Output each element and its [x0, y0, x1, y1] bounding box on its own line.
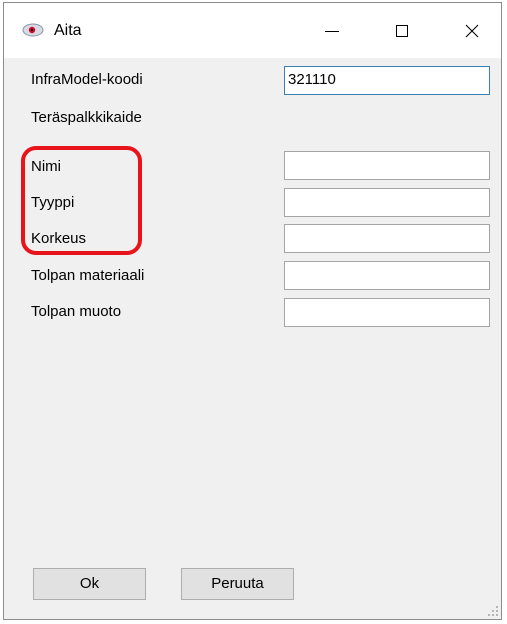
title-bar[interactable]: Aita [4, 3, 501, 58]
dialog-window: Aita InfraModel-koodi 321110 Teräspalkki… [3, 2, 502, 620]
cancel-button[interactable]: Peruuta [181, 568, 294, 600]
close-icon [465, 24, 479, 37]
post-shape-field[interactable] [284, 298, 490, 327]
close-button[interactable] [449, 3, 495, 58]
window-title: Aita [54, 22, 82, 39]
post-material-field[interactable] [284, 261, 490, 290]
infra-code-field[interactable]: 321110 [284, 66, 490, 95]
height-field[interactable] [284, 224, 490, 253]
post-shape-label: Tolpan muoto [31, 303, 122, 320]
minimize-icon [325, 30, 339, 32]
post-material-label: Tolpan materiaali [31, 267, 145, 284]
section-label: Teräspalkkikaide [31, 109, 142, 126]
resize-grip-icon[interactable] [487, 605, 499, 617]
maximize-button[interactable] [379, 3, 425, 58]
ok-button[interactable]: Ok [33, 568, 146, 600]
maximize-icon [396, 24, 408, 37]
type-field[interactable] [284, 188, 490, 217]
highlight-annotation [21, 146, 142, 255]
name-field[interactable] [284, 151, 490, 180]
infra-code-label: InfraModel-koodi [31, 71, 143, 88]
minimize-button[interactable] [309, 3, 355, 58]
eye-icon [22, 23, 44, 37]
